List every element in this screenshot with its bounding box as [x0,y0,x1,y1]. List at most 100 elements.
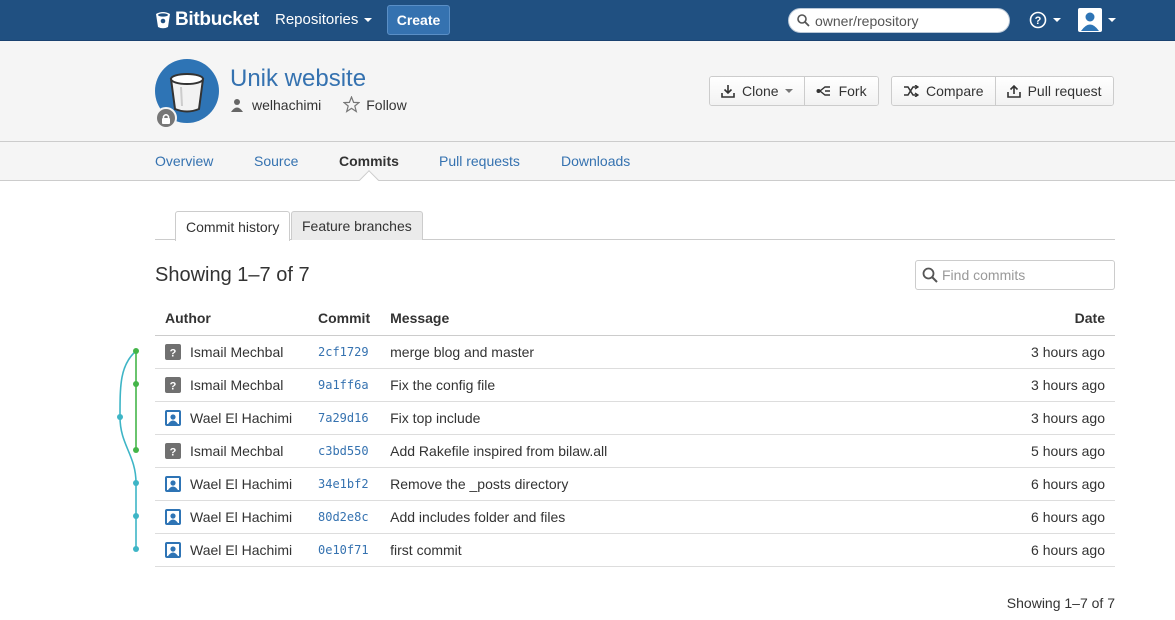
repository-avatar[interactable] [155,59,219,129]
user-avatar-icon[interactable] [165,409,181,426]
author-name[interactable]: Ismail Mechbal [190,443,283,459]
tab-overview[interactable]: Overview [155,153,213,169]
repositories-menu[interactable]: Repositories [275,11,373,28]
tab-source[interactable]: Source [254,153,298,169]
svg-text:?: ? [170,347,177,359]
commit-date: 5 hours ago [965,434,1115,468]
top-navbar: Bitbucket Repositories Create owner/repo… [0,0,1175,41]
clone-button[interactable]: Clone [710,77,804,105]
repository-title[interactable]: Unik website [230,65,366,93]
unknown-avatar-icon[interactable]: ? [165,376,181,393]
author-cell: Wael El Hachimi [155,500,308,534]
help-menu[interactable]: ? [1029,11,1061,29]
tab-commit-history[interactable]: Commit history [175,211,291,241]
commit-hash-link[interactable]: 2cf1729 [308,335,381,369]
pull-request-button[interactable]: Pull request [994,77,1113,105]
compare-pr-group: Compare Pull request [891,76,1114,106]
user-avatar-icon[interactable] [165,475,181,492]
author-cell: Wael El Hachimi [155,401,308,435]
pull-request-label: Pull request [1027,83,1102,99]
compare-label: Compare [926,83,984,99]
showing-count-footer: Showing 1–7 of 7 [1006,595,1115,611]
fork-button[interactable]: Fork [803,77,878,105]
commit-header: Commit [308,301,381,336]
date-header: Date [965,301,1115,336]
graph-node [133,381,139,387]
tab-pull-requests[interactable]: Pull requests [439,153,520,169]
author-name[interactable]: Wael El Hachimi [190,476,292,492]
graph-node [133,348,139,354]
download-icon [721,85,735,98]
table-header-row: Author Commit Message Date [155,301,1115,336]
author-cell: ? Ismail Mechbal [155,335,308,369]
commits-table: Author Commit Message Date ? Ismail Mechb… [155,301,1115,567]
commit-hash-link[interactable]: 0e10f71 [308,533,381,567]
compare-icon [904,85,919,97]
person-icon [231,98,243,112]
lock-icon [155,107,177,129]
commit-hash-link[interactable]: 80d2e8c [308,500,381,534]
tab-commits[interactable]: Commits [339,153,399,169]
table-row[interactable]: Wael El Hachimi 0e10f71 first commit 6 hour… [155,533,1115,567]
upload-icon [1006,84,1021,98]
star-icon [343,96,361,113]
repository-search-input[interactable]: owner/repository [788,8,1010,33]
message-header: Message [380,301,965,336]
author-name[interactable]: Ismail Mechbal [190,344,283,360]
repositories-label: Repositories [275,11,359,28]
bitbucket-logo[interactable]: Bitbucket [155,9,259,31]
commit-graph [117,348,139,552]
chevron-down-icon [1108,18,1116,22]
svg-text:?: ? [170,446,177,458]
bucket-icon [156,12,170,29]
create-button[interactable]: Create [387,5,450,35]
author-name[interactable]: Wael El Hachimi [190,509,292,525]
showing-count-heading: Showing 1–7 of 7 [155,264,310,286]
commit-date: 6 hours ago [965,467,1115,501]
commit-date: 6 hours ago [965,500,1115,534]
tab-feature-branches[interactable]: Feature branches [291,211,423,240]
table-row[interactable]: Wael El Hachimi 80d2e8c Add includes folde… [155,500,1115,534]
table-row[interactable]: Wael El Hachimi 34e1bf2 Remove the _posts … [155,467,1115,501]
fork-icon [816,86,830,96]
author-cell: ? Ismail Mechbal [155,368,308,402]
repository-nav: Overview Source Commits Pull requests Do… [0,142,1175,190]
owner-name[interactable]: welhachimi [252,97,321,113]
commit-hash-link[interactable]: 9a1ff6a [308,368,381,402]
unknown-avatar-icon[interactable]: ? [165,442,181,459]
table-row[interactable]: ? Ismail Mechbal c3bd550 Add Rakefile inspi… [155,434,1115,468]
commit-message: Add includes folder and files [380,500,965,534]
author-name[interactable]: Wael El Hachimi [190,542,292,558]
commit-message: Fix top include [380,401,965,435]
user-avatar-icon[interactable] [165,541,181,558]
table-row[interactable]: ? Ismail Mechbal 2cf1729 merge blog and mas… [155,335,1115,369]
follow-label: Follow [366,96,407,113]
graph-node [133,546,139,552]
user-menu[interactable] [1078,8,1116,32]
commit-date: 3 hours ago [965,368,1115,402]
commit-message: merge blog and master [380,335,965,369]
logo-text: Bitbucket [175,9,259,30]
follow-button[interactable]: Follow [343,96,407,113]
svg-text:?: ? [1035,15,1042,27]
commit-message: Add Rakefile inspired from bilaw.all [380,434,965,468]
commit-hash-link[interactable]: c3bd550 [308,434,381,468]
tab-downloads[interactable]: Downloads [561,153,630,169]
commit-hash-link[interactable]: 7a29d16 [308,401,381,435]
author-name[interactable]: Wael El Hachimi [190,410,292,426]
commit-message: Fix the config file [380,368,965,402]
find-commits-input[interactable]: Find commits [915,260,1115,290]
author-cell: ? Ismail Mechbal [155,434,308,468]
unknown-avatar-icon[interactable]: ? [165,343,181,360]
help-icon: ? [1029,11,1047,29]
user-avatar-icon[interactable] [165,508,181,525]
table-row[interactable]: ? Ismail Mechbal 9a1ff6a Fix the config fil… [155,368,1115,402]
commit-date: 3 hours ago [965,335,1115,369]
commit-message: Remove the _posts directory [380,467,965,501]
table-row[interactable]: Wael El Hachimi 7a29d16 Fix top include 3 h… [155,401,1115,435]
commit-message: first commit [380,533,965,567]
author-name[interactable]: Ismail Mechbal [190,377,283,393]
compare-button[interactable]: Compare [892,77,995,105]
commit-hash-link[interactable]: 34e1bf2 [308,467,381,501]
author-header: Author [155,301,308,336]
